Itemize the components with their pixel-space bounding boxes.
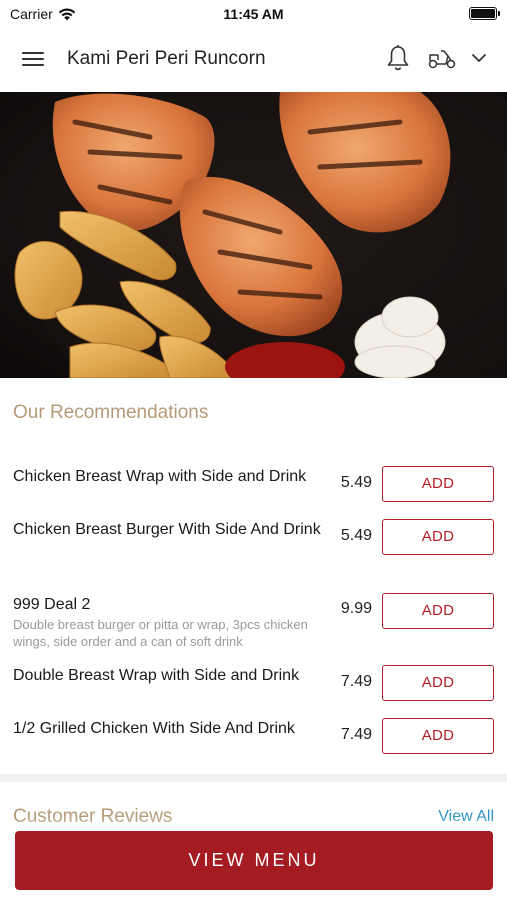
- section-divider: [0, 774, 507, 782]
- add-button[interactable]: ADD: [382, 466, 494, 502]
- item-price: 7.49: [340, 673, 372, 690]
- add-button[interactable]: ADD: [382, 718, 494, 754]
- item-price: 9.99: [340, 600, 372, 617]
- item-name: Double Breast Wrap with Side and Drink: [13, 667, 300, 684]
- item-name: Chicken Breast Burger With Side And Drin…: [13, 521, 321, 538]
- add-button[interactable]: ADD: [382, 519, 494, 555]
- battery-icon: [469, 7, 500, 20]
- add-button[interactable]: ADD: [382, 665, 494, 701]
- status-bar: Carrier 11:45 AM: [0, 0, 507, 28]
- chevron-down-icon[interactable]: [470, 50, 488, 66]
- item-price: 7.49: [340, 726, 372, 743]
- top-nav-bar: Kami Peri Peri Runcorn: [0, 28, 507, 92]
- item-description: Double breast burger or pitta or wrap, 3…: [13, 617, 308, 649]
- item-name: 999 Deal 2: [13, 596, 91, 613]
- hamburger-menu-icon[interactable]: [22, 48, 46, 68]
- item-price: 5.49: [340, 474, 372, 491]
- view-menu-button[interactable]: VIEW MENU: [15, 831, 493, 890]
- grilled-chicken-photo: [0, 92, 507, 378]
- item-price: 5.49: [340, 527, 372, 544]
- bell-icon[interactable]: [385, 44, 411, 72]
- status-time: 11:45 AM: [223, 6, 284, 22]
- reviews-title: Customer Reviews: [13, 806, 173, 827]
- hero-food-image: [0, 92, 507, 378]
- item-name: 1/2 Grilled Chicken With Side And Drink: [13, 720, 295, 737]
- delivery-scooter-icon[interactable]: [427, 46, 457, 70]
- add-button[interactable]: ADD: [382, 593, 494, 629]
- recommendations-title: Our Recommendations: [13, 402, 209, 423]
- item-name: Chicken Breast Wrap with Side and Drink: [13, 468, 307, 485]
- restaurant-title: Kami Peri Peri Runcorn: [67, 48, 266, 69]
- view-all-link[interactable]: View All: [438, 808, 494, 826]
